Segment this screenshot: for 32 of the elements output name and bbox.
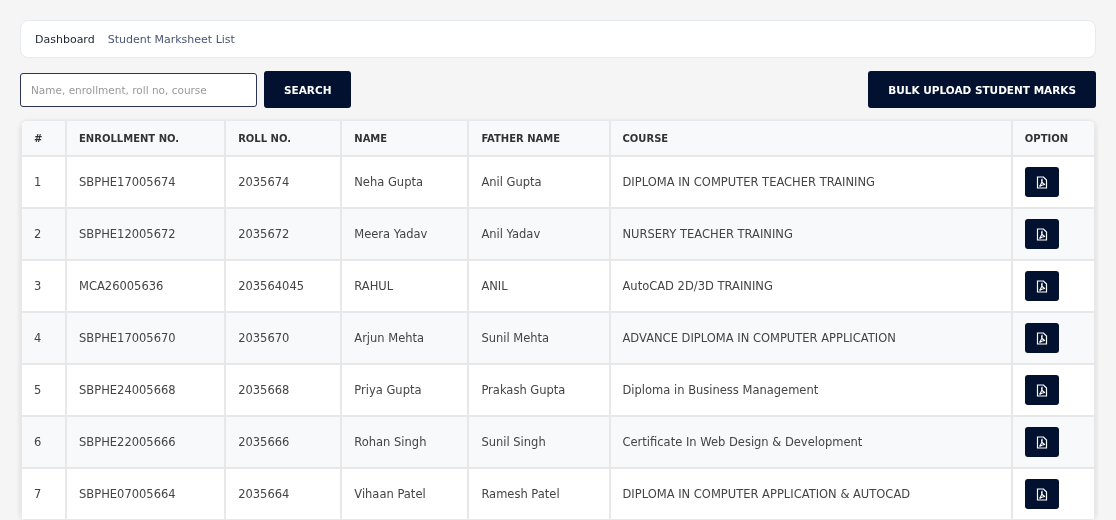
pdf-file-icon	[1035, 279, 1048, 293]
pdf-button[interactable]	[1024, 479, 1059, 509]
pdf-button[interactable]	[1024, 323, 1059, 353]
column-header: ENROLLMENT NO.	[66, 121, 226, 156]
pdf-file-icon	[1035, 175, 1048, 189]
pdf-button[interactable]	[1024, 271, 1059, 301]
table-cell: SBPHE07005664	[66, 468, 226, 520]
pdf-button[interactable]	[1024, 427, 1059, 457]
pdf-button[interactable]	[1024, 167, 1059, 197]
search-button[interactable]: SEARCH	[264, 71, 352, 108]
pdf-file-icon	[1035, 487, 1048, 501]
pdf-file-icon	[1035, 227, 1048, 241]
table-cell: 7	[21, 468, 67, 520]
column-header: COURSE	[609, 121, 1012, 156]
pdf-button[interactable]	[1024, 375, 1059, 405]
pdf-file-icon	[1035, 331, 1048, 345]
table-cell: Vihaan Patel	[341, 468, 469, 520]
column-header: ROLL NO.	[225, 121, 342, 156]
column-header: #	[21, 121, 67, 156]
breadcrumb-link[interactable]: Dashboard	[35, 32, 95, 46]
bulk-upload-button[interactable]: BULK UPLOAD STUDENT MARKS	[868, 71, 1096, 108]
table-cell: Ramesh Patel	[468, 468, 610, 520]
column-header: FATHER NAME	[468, 121, 610, 156]
pdf-button[interactable]	[1024, 219, 1059, 249]
table-cell: DIPLOMA IN COMPUTER APPLICATION & AUTOCAD	[609, 468, 1012, 520]
pdf-file-icon	[1035, 435, 1048, 449]
search-field[interactable]: Name, enrollment, roll no, course	[20, 72, 257, 107]
breadcrumb-link[interactable]: Student Marksheet List	[107, 32, 235, 46]
column-header: NAME	[341, 121, 469, 156]
pdf-file-icon	[1035, 383, 1048, 397]
table-cell: 2035664	[225, 468, 342, 520]
column-header: OPTION	[1011, 121, 1095, 156]
